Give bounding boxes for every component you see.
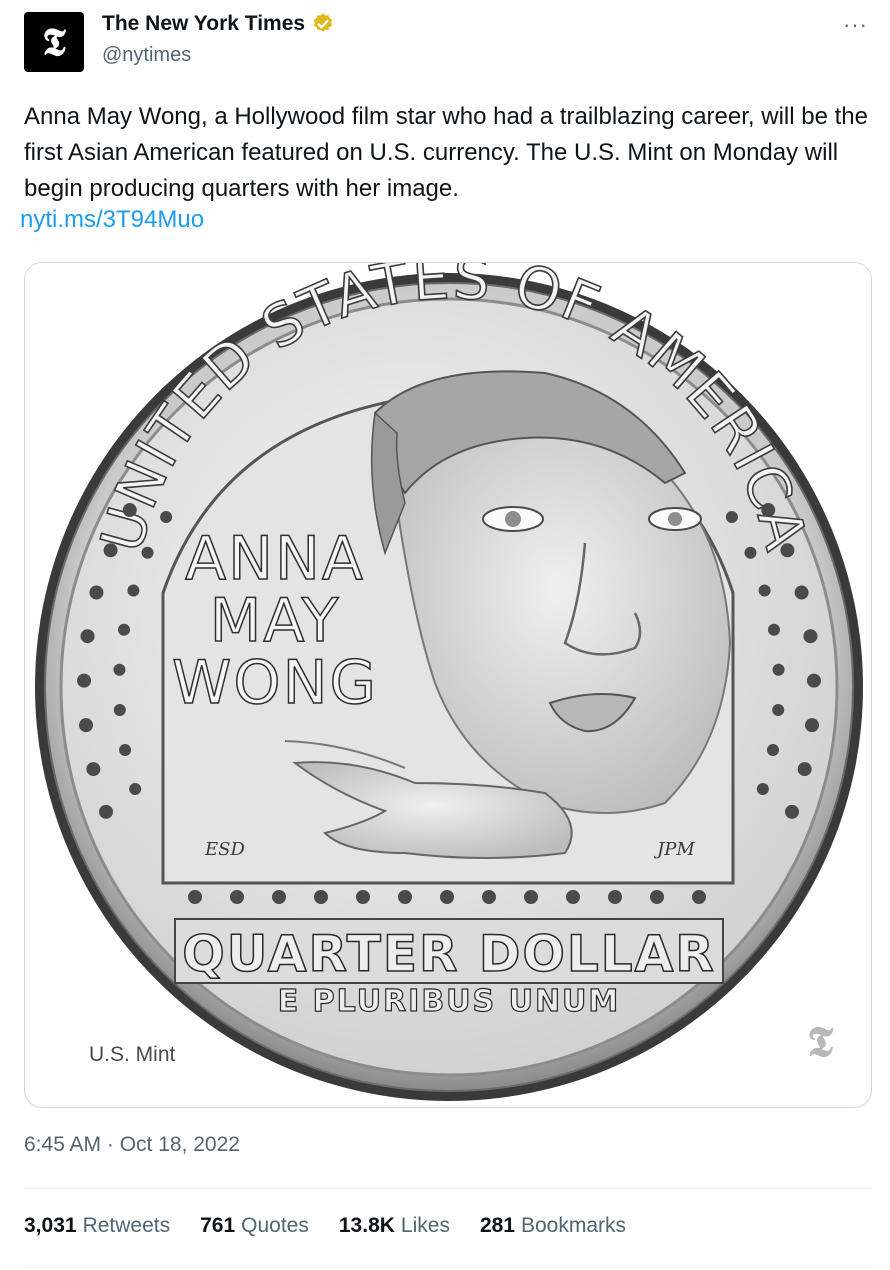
coin-rivet (482, 890, 496, 904)
coin-rivet (566, 890, 580, 904)
coin-rivet (398, 890, 412, 904)
coin-rivet (314, 890, 328, 904)
coin-rivet (692, 890, 706, 904)
author-display-name[interactable]: The New York Times (102, 12, 305, 36)
coin-rivet (141, 546, 154, 559)
coin-rivet (725, 511, 738, 524)
coin-rivet (650, 890, 664, 904)
coin-rivet (797, 762, 812, 777)
coin-rivet (127, 584, 140, 597)
nyt-logo-icon: 𝕿 (42, 19, 66, 64)
coin-rivet (803, 629, 818, 644)
tweet-link[interactable]: nyti.ms/3T94Muo (20, 206, 204, 234)
coin-rivet (188, 890, 202, 904)
coin-rivet (794, 585, 809, 600)
coin-rivet (524, 890, 538, 904)
coin-rivet (608, 890, 622, 904)
stat-quotes[interactable]: 761 Quotes (200, 1214, 309, 1238)
verified-badge-icon (313, 13, 333, 32)
divider-bottom (24, 1266, 872, 1267)
stat-retweets[interactable]: 3,031 Retweets (24, 1214, 170, 1238)
coin-rivet (356, 890, 370, 904)
tweet-stats: 3,031 Retweets 761 Quotes 13.8K Likes 281 Bo… (24, 1214, 626, 1238)
coin-name-line-1: ANNA (185, 524, 365, 594)
image-credit: U.S. Mint (89, 1043, 176, 1066)
coin-rivet (806, 673, 821, 688)
coin-rivet (122, 503, 137, 518)
coin-rivet (77, 673, 92, 688)
coin-initials-right: JPM (653, 839, 695, 860)
coin-rivet (160, 511, 173, 524)
coin-rivet (119, 743, 132, 756)
coin-rivet (780, 543, 795, 558)
coin-rivet (744, 546, 757, 559)
coin-rivet (86, 762, 101, 777)
coin-rivet (103, 543, 118, 558)
coin-rivet (772, 663, 785, 676)
coin-rivet (772, 704, 785, 717)
coin-rivet (78, 718, 93, 733)
coin-rivet (440, 890, 454, 904)
coin-initials-left: ESD (204, 839, 245, 860)
coin-rivet (80, 629, 95, 644)
coin-rivet (756, 782, 769, 795)
avatar[interactable]: 𝕿 (24, 12, 84, 72)
coin-name-line-2: MAY (210, 586, 341, 656)
coin-rivet (89, 585, 104, 600)
coin-motto: E PLURIBUS UNUM (278, 984, 621, 1019)
nyt-watermark-icon: 𝕿 (807, 1017, 833, 1066)
tweet-media[interactable]: UNITED STATES OF AMERICA ANNA MAY WONG E… (24, 262, 872, 1108)
coin-rivet (767, 623, 780, 636)
coin-rivet (129, 782, 142, 795)
coin-rivet (766, 743, 779, 756)
author-name-row: The New York Times (102, 12, 335, 36)
more-horizontal-icon[interactable]: ··· (843, 12, 868, 38)
coin-rivet (113, 663, 126, 676)
coin-denomination: QUARTER DOLLAR (182, 925, 716, 983)
author-handle[interactable]: @nytimes (102, 44, 191, 67)
stat-likes[interactable]: 13.8K Likes (339, 1214, 450, 1238)
coin-rivet (761, 503, 776, 518)
coin-name-line-3: WONG (172, 648, 378, 718)
divider-top (24, 1188, 872, 1189)
coin-rivet (113, 704, 126, 717)
tweet-timestamp[interactable]: 6:45 AM · Oct 18, 2022 (24, 1133, 240, 1157)
tweet-text: Anna May Wong, a Hollywood film star who… (24, 103, 868, 202)
stat-bookmarks[interactable]: 281 Bookmarks (480, 1214, 626, 1238)
coin-rivet (805, 718, 820, 733)
coin-rivet (99, 804, 114, 819)
coin-rivet (784, 804, 799, 819)
coin-rivet (758, 584, 771, 597)
coin-rivet (118, 623, 131, 636)
coin-image: UNITED STATES OF AMERICA ANNA MAY WONG E… (35, 263, 863, 1101)
coin-rivet (230, 890, 244, 904)
coin-rivet (272, 890, 286, 904)
